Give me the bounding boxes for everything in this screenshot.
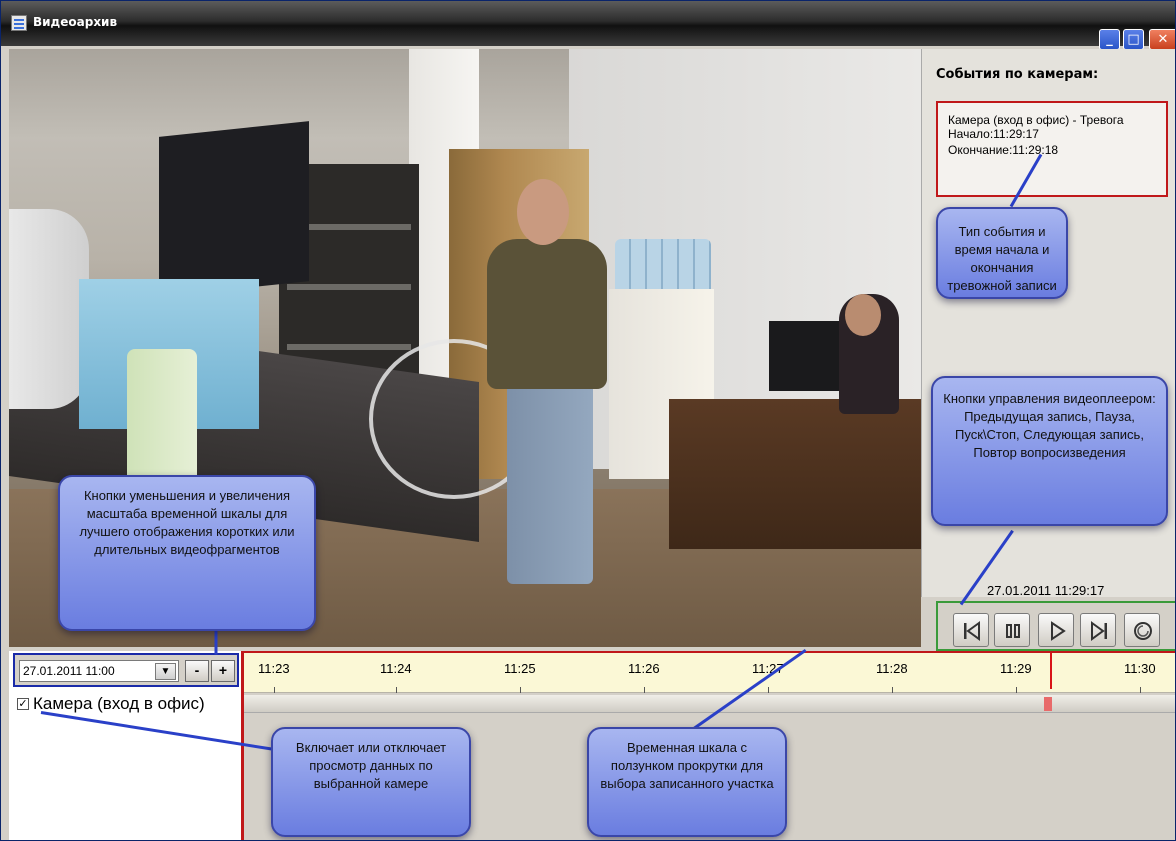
timeline-ruler[interactable]: 11:23 11:24 11:25 11:26 11:27 11:28 11:2… — [244, 653, 1175, 693]
timeline-cursor[interactable] — [1050, 653, 1052, 689]
zoom-in-button[interactable]: + — [211, 660, 235, 682]
previous-record-button[interactable] — [953, 613, 989, 647]
camera-list-item[interactable]: ✓ Камера (вход в офис) — [17, 694, 239, 714]
window-title: Видеоархив — [33, 15, 118, 29]
pause-icon — [1006, 624, 1020, 638]
app-icon — [11, 15, 27, 31]
minimize-button[interactable]: _ — [1099, 29, 1120, 50]
date-select[interactable]: 27.01.2011 11:00 ▼ — [19, 660, 179, 682]
event-start: Начало:11:29:17 — [948, 127, 1039, 141]
close-button[interactable]: ✕ — [1149, 29, 1175, 50]
chevron-down-icon[interactable]: ▼ — [155, 663, 176, 680]
player-controls — [936, 601, 1175, 651]
callout-timeline: Временная шкала с ползунком прокрутки дл… — [587, 727, 787, 837]
callout-player-controls: Кнопки управления видеоплеером: Предыдущ… — [931, 376, 1168, 526]
date-select-value: 27.01.2011 11:00 — [23, 664, 115, 678]
play-icon — [1051, 621, 1066, 641]
camera-checkbox[interactable]: ✓ — [17, 698, 29, 710]
title-bar[interactable]: Видеоархив _ □ ✕ — [1, 1, 1175, 50]
repeat-icon — [1134, 622, 1152, 640]
skip-back-icon — [964, 621, 980, 641]
player-timestamp: 27.01.2011 11:29:17 — [987, 583, 1105, 598]
record-marker[interactable] — [1044, 697, 1052, 711]
next-record-button[interactable] — [1080, 613, 1116, 647]
tick-label: 11:29 — [1000, 661, 1032, 676]
timeline-controls: 27.01.2011 11:00 ▼ - + — [13, 653, 239, 687]
tick-label: 11:30 — [1124, 661, 1156, 676]
video-archive-window: Видеоархив _ □ ✕ События по камерам: Кам… — [0, 0, 1176, 841]
timeline-scrollbar[interactable] — [244, 695, 1175, 713]
tick-label: 11:23 — [258, 661, 290, 676]
zoom-out-button[interactable]: - — [185, 660, 209, 682]
maximize-button[interactable]: □ — [1123, 29, 1144, 50]
callout-event-info: Тип события и время начала и окончания т… — [936, 207, 1068, 299]
event-camera: Камера (вход в офис) - Тревога — [948, 113, 1124, 127]
event-item[interactable]: Камера (вход в офис) - Тревога Начало:11… — [936, 101, 1168, 197]
repeat-button[interactable] — [1124, 613, 1160, 647]
pause-button[interactable] — [994, 613, 1030, 647]
callout-camera-toggle: Включает или отключает просмотр данных п… — [271, 727, 471, 837]
callout-zoom: Кнопки уменьшения и увеличения масштаба … — [58, 475, 316, 631]
events-panel-title: События по камерам: — [936, 67, 1099, 82]
camera-label: Камера (вход в офис) — [33, 694, 205, 713]
play-stop-button[interactable] — [1038, 613, 1074, 647]
tick-label: 11:25 — [504, 661, 536, 676]
tick-label: 11:28 — [876, 661, 908, 676]
skip-forward-icon — [1091, 621, 1107, 641]
tick-label: 11:24 — [380, 661, 412, 676]
tick-label: 11:26 — [628, 661, 660, 676]
